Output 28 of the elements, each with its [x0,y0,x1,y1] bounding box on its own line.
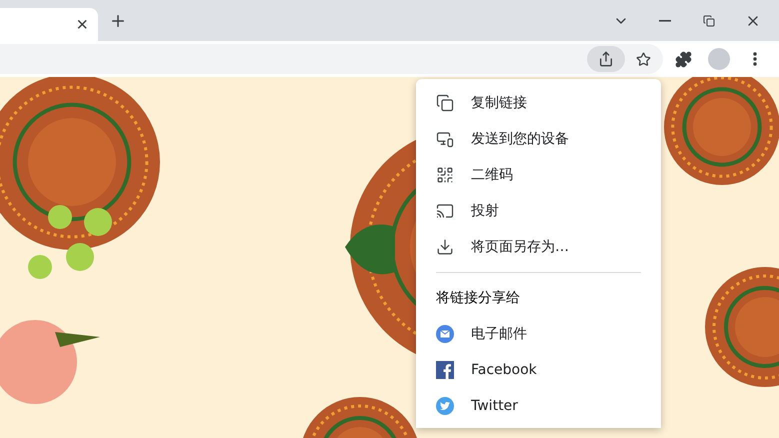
menu-item[interactable]: 二维码 [416,157,661,193]
menu-item-icon [436,202,454,220]
share-target-item[interactable]: Twitter [416,388,661,424]
menu-item[interactable]: 将页面另存为… [416,229,661,265]
twitter-icon [436,397,454,415]
share-target-item[interactable]: 电子邮件 [416,316,661,352]
minimize-icon [659,20,671,22]
menu-item-icon [436,166,454,184]
email-icon [436,325,454,343]
menu-item-icon [436,238,454,256]
facebook-icon [436,361,454,379]
share-button[interactable] [587,46,625,72]
puzzle-icon [674,50,692,68]
menu-item[interactable]: 复制链接 [416,85,661,121]
star-icon [636,52,650,66]
browser-tab[interactable]: × [0,8,98,41]
section-header: 将链接分享给 [436,289,520,307]
menu-item-icon [436,94,454,112]
menu-icon [753,52,757,66]
share-target-item[interactable]: Facebook [416,352,661,388]
menu-item[interactable]: 投射 [416,193,661,229]
menu-item-icon [436,130,454,148]
leaf-drawing [55,332,100,347]
pot-handle-drawing [345,224,395,274]
share-icon [598,51,614,67]
menu-item[interactable]: 发送到您的设备 [416,121,661,157]
tab-close-button[interactable]: × [72,14,92,34]
restore-icon [703,14,715,26]
